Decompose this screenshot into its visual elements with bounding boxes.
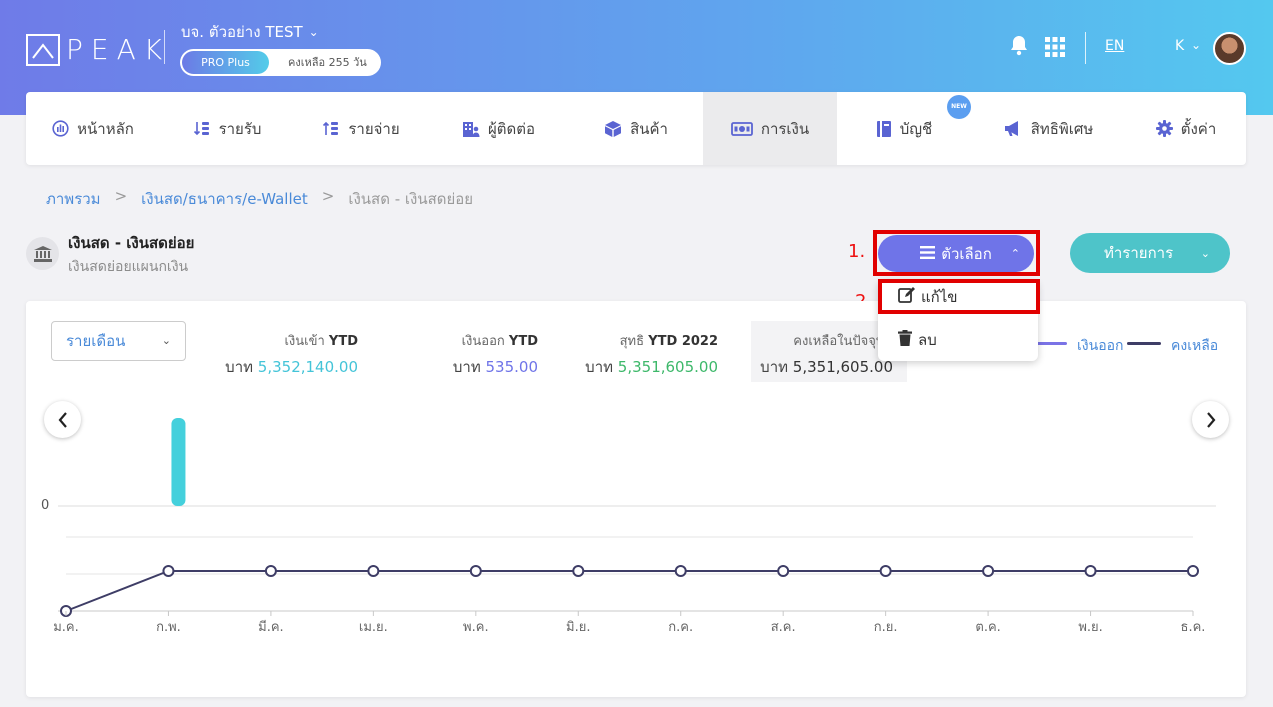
company-name: บจ. ตัวอย่าง TEST [181, 23, 303, 41]
trash-icon [898, 330, 912, 350]
nav-item-finance[interactable]: การเงิน [703, 92, 837, 165]
stat-income-ytd: เงินเข้า YTD บาท 5,352,140.00 [225, 330, 358, 379]
nav-item-privileges[interactable]: สิทธิพิเศษ [971, 92, 1126, 165]
stat-currency: บาท [585, 358, 614, 376]
nav-label: ตั้งค่า [1180, 119, 1217, 138]
peak-logo[interactable]: PEAK [26, 33, 170, 66]
new-badge: NEW [947, 95, 971, 119]
breadcrumb-overview[interactable]: ภาพรวม [46, 187, 101, 211]
stat-label: เงินเข้า [284, 334, 325, 349]
user-initial[interactable]: K [1175, 38, 1184, 54]
highlight-box-edit [878, 279, 1040, 314]
annotation-step-1: 1. [848, 241, 866, 262]
chevron-down-icon: ⌄ [161, 334, 171, 347]
peak-logo-mark-icon [26, 33, 60, 66]
nav-label: ผู้ติดต่อ [487, 119, 536, 138]
avatar[interactable] [1213, 32, 1246, 65]
nav-label: รายรับ [218, 119, 262, 138]
legend-swatch-balance [1127, 342, 1161, 345]
nav-label: สินค้า [630, 119, 668, 138]
breadcrumb: ภาพรวม > เงินสด/ธนาคาร/e-Wallet > เงินสด… [46, 187, 473, 211]
plan-pill[interactable]: PRO Plus คงเหลือ 255 วัน [180, 49, 381, 76]
nav-label: การเงิน [760, 119, 810, 138]
product-box-icon [604, 120, 622, 138]
breadcrumb-cash-bank[interactable]: เงินสด/ธนาคาร/e-Wallet [141, 187, 308, 211]
action-button[interactable]: ทำรายการ ⌄ [1070, 233, 1230, 273]
nav-label: รายจ่าย [348, 119, 400, 138]
nav-item-contacts[interactable]: ผู้ติดต่อ [428, 92, 569, 165]
stat-currency: บาท [760, 358, 789, 376]
gear-icon [1155, 120, 1173, 137]
chart-next-button[interactable] [1192, 401, 1229, 438]
account-subtitle: เงินสดย่อยแผนกเงิน [68, 259, 189, 275]
breadcrumb-separator: > [321, 187, 335, 205]
stat-expense-ytd: เงินออก YTD บาท 535.00 [453, 330, 538, 379]
ledger-icon [876, 120, 892, 138]
stat-label-bold: YTD [508, 334, 538, 349]
chevron-right-icon [1206, 411, 1215, 428]
header-divider [1085, 32, 1086, 64]
nav-item-settings[interactable]: ตั้งค่า [1126, 92, 1246, 165]
highlight-box-options [873, 230, 1040, 276]
nav-item-expense[interactable]: รายจ่าย [294, 92, 428, 165]
breadcrumb-separator: > [114, 187, 128, 205]
chevron-down-icon: ⌄ [1200, 246, 1210, 260]
period-value: รายเดือน [66, 332, 126, 350]
plan-badge: PRO Plus [182, 51, 269, 74]
main-nav: หน้าหลัก รายรับ รายจ่าย ผู้ติดต่อ สินค้า… [26, 92, 1246, 165]
stat-currency: บาท [452, 358, 481, 376]
stat-label: สุทธิ [619, 334, 645, 349]
period-select[interactable]: รายเดือน ⌄ [51, 321, 186, 361]
plan-remaining: คงเหลือ 255 วัน [288, 56, 367, 69]
bell-icon[interactable] [1009, 34, 1029, 60]
legend-swatch-expense [1035, 342, 1067, 345]
stat-label-bold: YTD [328, 334, 358, 349]
nav-item-dashboard[interactable]: หน้าหลัก [26, 92, 160, 165]
nav-item-income[interactable]: รายรับ [160, 92, 294, 165]
dashboard-icon [52, 120, 69, 137]
account-name: เงินสด - เงินสดย่อย [68, 234, 195, 252]
action-label: ทำรายการ [1104, 244, 1174, 262]
language-switch[interactable]: EN [1105, 38, 1124, 54]
stat-currency: บาท [225, 358, 254, 376]
stat-value: 5,351,605.00 [792, 358, 893, 376]
megaphone-icon [1004, 120, 1023, 137]
stat-value: 5,352,140.00 [257, 358, 358, 376]
chevron-down-icon: ⌄ [308, 25, 319, 39]
breadcrumb-current: เงินสด - เงินสดย่อย [348, 190, 474, 208]
logo-text: PEAK [66, 32, 171, 66]
menu-item-delete[interactable]: ลบ [898, 328, 937, 352]
chevron-down-icon[interactable]: ⌄ [1191, 38, 1201, 52]
stat-label-bold: YTD 2022 [648, 334, 718, 349]
chart-prev-button[interactable] [44, 401, 81, 438]
contacts-icon [462, 120, 480, 138]
nav-label: หน้าหลัก [77, 119, 134, 138]
nav-label: บัญชี [899, 119, 933, 138]
nav-item-product[interactable]: สินค้า [569, 92, 703, 165]
stat-current-balance: คงเหลือในปัจจุบัน บาท 5,351,605.00 [760, 330, 893, 379]
chevron-left-icon [58, 411, 67, 428]
stat-net-ytd: สุทธิ YTD 2022 บาท 5,351,605.00 [585, 330, 718, 379]
header-divider [164, 30, 165, 64]
stat-value: 535.00 [485, 358, 539, 376]
nav-label: สิทธิพิเศษ [1030, 119, 1094, 138]
company-switcher[interactable]: บจ. ตัวอย่าง TEST ⌄ [181, 20, 319, 44]
nav-item-accounting[interactable]: บัญชี NEW [837, 92, 971, 165]
menu-item-label: ลบ [918, 331, 937, 349]
legend-expense: เงินออก [1077, 338, 1124, 354]
money-icon [730, 121, 753, 137]
bank-icon [26, 237, 59, 270]
stat-value: 5,351,605.00 [617, 358, 718, 376]
expense-icon [322, 120, 340, 138]
income-icon [193, 120, 211, 138]
legend-balance: คงเหลือ [1171, 338, 1219, 354]
apps-grid-icon[interactable] [1045, 37, 1065, 61]
stat-label: เงินออก [461, 334, 505, 349]
